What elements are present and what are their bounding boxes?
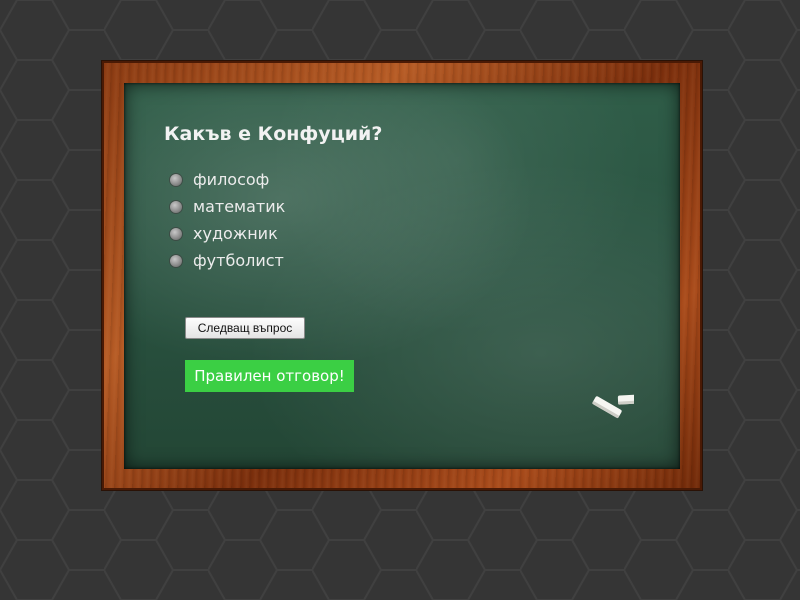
answer-list: философ математик художник футболист (170, 166, 285, 274)
radio-icon[interactable] (170, 227, 182, 240)
radio-icon[interactable] (170, 173, 182, 186)
result-banner: Правилен отговор! (185, 360, 354, 392)
chalkboard-frame: Какъв е Конфуций? философ математик худо… (102, 61, 702, 490)
answer-option[interactable]: художник (170, 220, 285, 247)
answer-option[interactable]: философ (170, 166, 285, 193)
question-title: Какъв е Конфуций? (164, 123, 383, 145)
radio-icon[interactable] (170, 200, 182, 213)
answer-label: художник (193, 224, 278, 243)
next-question-button[interactable]: Следващ въпрос (185, 317, 305, 339)
answer-label: философ (193, 170, 270, 189)
answer-label: математик (193, 197, 286, 216)
chalk-pieces-icon (592, 394, 634, 419)
answer-option[interactable]: математик (170, 193, 285, 220)
chalkboard: Какъв е Конфуций? философ математик худо… (124, 83, 680, 469)
radio-icon[interactable] (170, 254, 182, 267)
answer-option[interactable]: футболист (170, 247, 285, 274)
answer-label: футболист (193, 251, 284, 270)
